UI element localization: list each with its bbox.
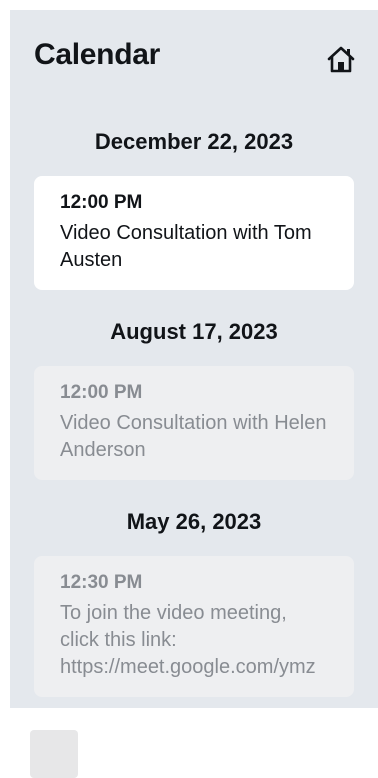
- event-group: August 17, 2023 12:00 PM Video Consultat…: [10, 310, 378, 480]
- event-time: 12:30 PM: [60, 572, 143, 593]
- event-group: May 26, 2023 12:30 PM To join the video …: [10, 500, 378, 697]
- event-card[interactable]: 12:00 PM Video Consultation with Helen A…: [34, 366, 354, 480]
- date-heading: August 17, 2023: [110, 319, 278, 344]
- home-button[interactable]: [324, 42, 358, 76]
- event-group: December 22, 2023 12:00 PM Video Consult…: [10, 120, 378, 290]
- page-title: Calendar: [34, 38, 160, 71]
- home-icon: [327, 46, 355, 73]
- event-time: 12:00 PM: [60, 192, 143, 213]
- event-card[interactable]: 12:00 PM Video Consultation with Tom Aus…: [34, 176, 354, 290]
- calendar-panel: Calendar December 22, 2023 12:00 PM Vide…: [10, 10, 378, 708]
- events-list: December 22, 2023 12:00 PM Video Consult…: [10, 120, 378, 697]
- event-title: To join the video meeting, click this li…: [60, 602, 316, 678]
- date-heading: May 26, 2023: [126, 509, 262, 534]
- bottom-placeholder: [30, 730, 78, 778]
- event-card[interactable]: 12:30 PM To join the video meeting, clic…: [34, 556, 354, 697]
- event-title: Video Consultation with Tom Austen: [60, 222, 312, 271]
- event-title: Video Consultation with Helen Anderson: [60, 412, 327, 461]
- header: Calendar: [10, 10, 378, 102]
- event-time: 12:00 PM: [60, 382, 143, 403]
- date-heading: December 22, 2023: [94, 129, 294, 154]
